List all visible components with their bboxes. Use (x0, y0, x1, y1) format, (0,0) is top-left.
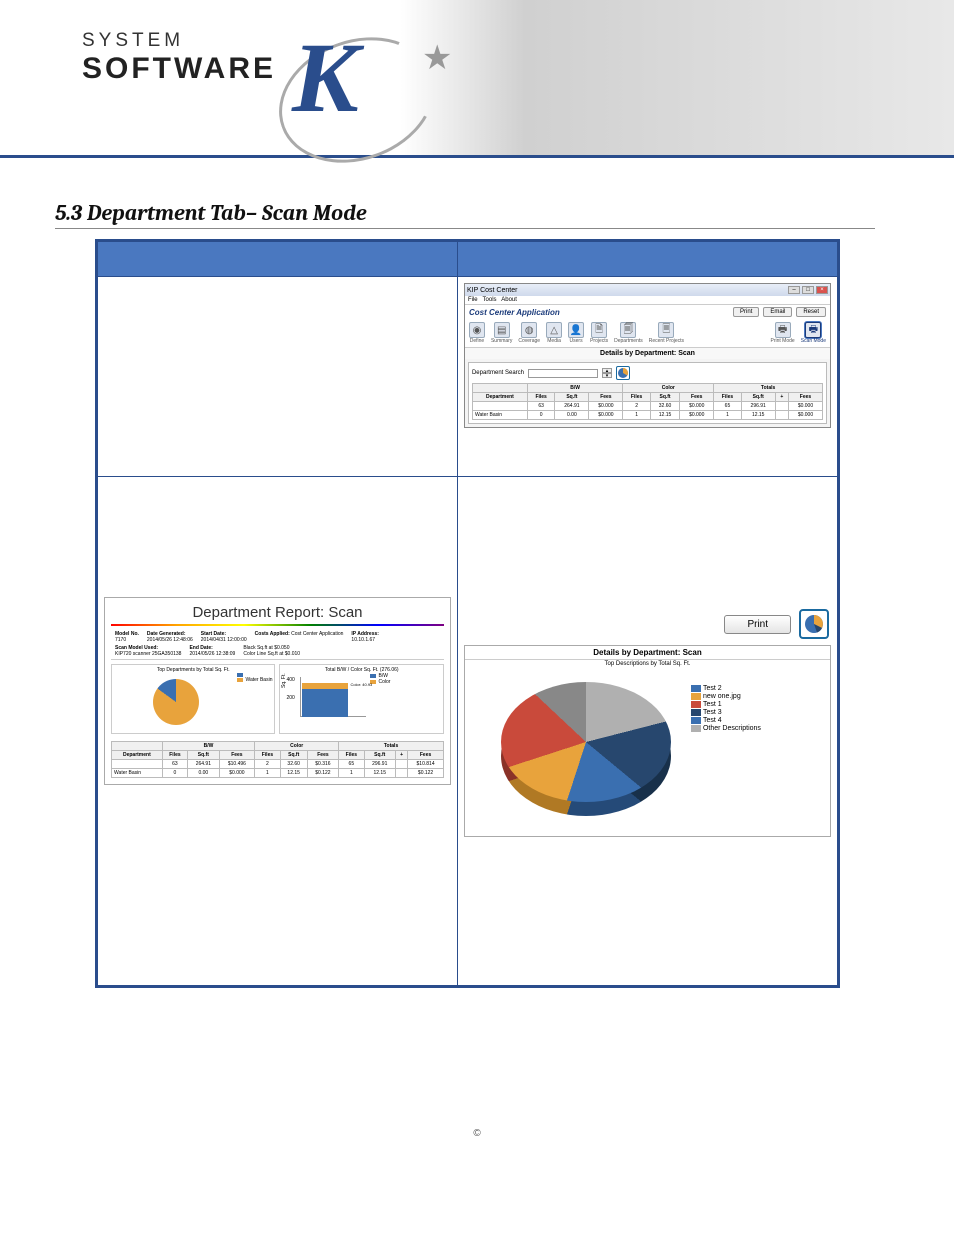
table-row: 63 264.91 $0.000 2 32.60 $0.000 65 296.9… (472, 402, 822, 411)
table-row: 63264.91$10.496 232.60$0.316 65296.91$10… (112, 760, 444, 769)
projects-icon: 🗎 (591, 322, 607, 338)
reset-button[interactable]: Reset (796, 307, 826, 317)
users-icon: 👤 (568, 322, 584, 338)
logo-system-text: SYSTEM (82, 30, 276, 52)
menu-file[interactable]: File (468, 297, 478, 303)
star-icon: ★ (422, 38, 452, 78)
bw-bar: B/W: 236.13 (302, 689, 348, 717)
pie-chart-icon[interactable] (799, 609, 829, 639)
define-icon: ◉ (469, 322, 485, 338)
department-search-input[interactable] (528, 369, 598, 378)
report-title: Department Report: Scan (111, 604, 444, 626)
detail-panel-title: Details by Department: Scan (465, 646, 830, 660)
print-button[interactable]: Print (733, 307, 759, 317)
coverage-icon: ◍ (521, 322, 537, 338)
email-button[interactable]: Email (763, 307, 792, 317)
report-bar-chart: Total B/W / Color Sq. Ft. (276.06) 400 2… (279, 664, 443, 734)
menu-about[interactable]: About (501, 297, 517, 303)
big-pie-legend: Test 2 new one.jpg Test 1 Test 3 Test 4 … (691, 684, 761, 733)
toolbar: ◉Define ▤Summary ◍Coverage △Media 👤Users… (465, 319, 830, 348)
toolbar-media[interactable]: △Media (546, 322, 562, 344)
app-title: Cost Center Application (469, 308, 560, 317)
window-titlebar: KIP Cost Center – □ × (465, 284, 830, 296)
media-icon: △ (546, 322, 562, 338)
department-report: Department Report: Scan Model No.7170 Da… (104, 597, 451, 785)
result-stepper[interactable]: ▴▾ (602, 368, 612, 378)
detail-chart-panel: Details by Department: Scan Top Descript… (464, 645, 831, 837)
summary-icon: ▤ (494, 322, 510, 338)
close-icon[interactable]: × (816, 286, 828, 294)
details-heading: Details by Department: Scan (465, 348, 830, 359)
print-mode-icon: 🖶 (775, 322, 791, 338)
content-table: KIP Cost Center – □ × File Tools About (95, 239, 840, 988)
toolbar-summary[interactable]: ▤Summary (491, 322, 512, 344)
minimize-icon[interactable]: – (788, 286, 800, 294)
scan-mode-icon: 🖶 (805, 322, 821, 338)
section-heading: 5.3 Department Tab– Scan Mode (55, 200, 875, 229)
toolbar-coverage[interactable]: ◍Coverage (518, 322, 540, 344)
report-meta: Model No.7170 Date Generated:2014/05/26 … (111, 629, 444, 660)
toolbar-projects[interactable]: 🗎Projects (590, 322, 608, 344)
maximize-icon[interactable]: □ (802, 286, 814, 294)
report-pie-chart: Top Departments by Total Sq. Ft. Water B… (111, 664, 275, 734)
app-window: KIP Cost Center – □ × File Tools About (464, 283, 831, 428)
table-row: Water Basin 00.00$0.000 112.15$0.122 112… (112, 769, 444, 778)
logo: ★ K SYSTEM SOFTWARE (82, 30, 276, 86)
window-title: KIP Cost Center (467, 287, 517, 294)
big-pie-chart (501, 682, 671, 822)
toolbar-print-mode[interactable]: 🖶Print Mode (771, 322, 795, 344)
menu-tools[interactable]: Tools (483, 297, 497, 303)
recent-icon: 🗏 (658, 322, 674, 338)
chevron-down-icon[interactable]: ▾ (602, 373, 612, 378)
chart-toggle-icon[interactable] (616, 366, 630, 380)
toolbar-recent-projects[interactable]: 🗏Recent Projects (649, 322, 684, 344)
report-grid: B/W Color Totals Department Files Sq.ft … (111, 741, 444, 778)
menubar[interactable]: File Tools About (465, 296, 830, 305)
department-search-label: Department Search (472, 370, 524, 376)
print-button-large[interactable]: Print (724, 615, 791, 634)
page-header: ★ K SYSTEM SOFTWARE (0, 0, 954, 158)
detail-panel-subtitle: Top Descriptions by Total Sq. Ft. (465, 660, 830, 668)
logo-k: K (292, 20, 359, 135)
footer-copyright: © (0, 1128, 954, 1139)
department-grid: B/W Color Totals Department Files Sq.ft … (472, 383, 823, 420)
toolbar-departments[interactable]: 🗐Departments (614, 322, 643, 344)
toolbar-users[interactable]: 👤Users (568, 322, 584, 344)
departments-icon: 🗐 (620, 322, 636, 338)
table-row: Water Basin 0 0.00 $0.000 1 12.15 $0.000… (472, 411, 822, 420)
toolbar-define[interactable]: ◉Define (469, 322, 485, 344)
logo-software-text: SOFTWARE (82, 52, 276, 86)
toolbar-scan-mode[interactable]: 🖶Scan Mode (801, 322, 826, 344)
